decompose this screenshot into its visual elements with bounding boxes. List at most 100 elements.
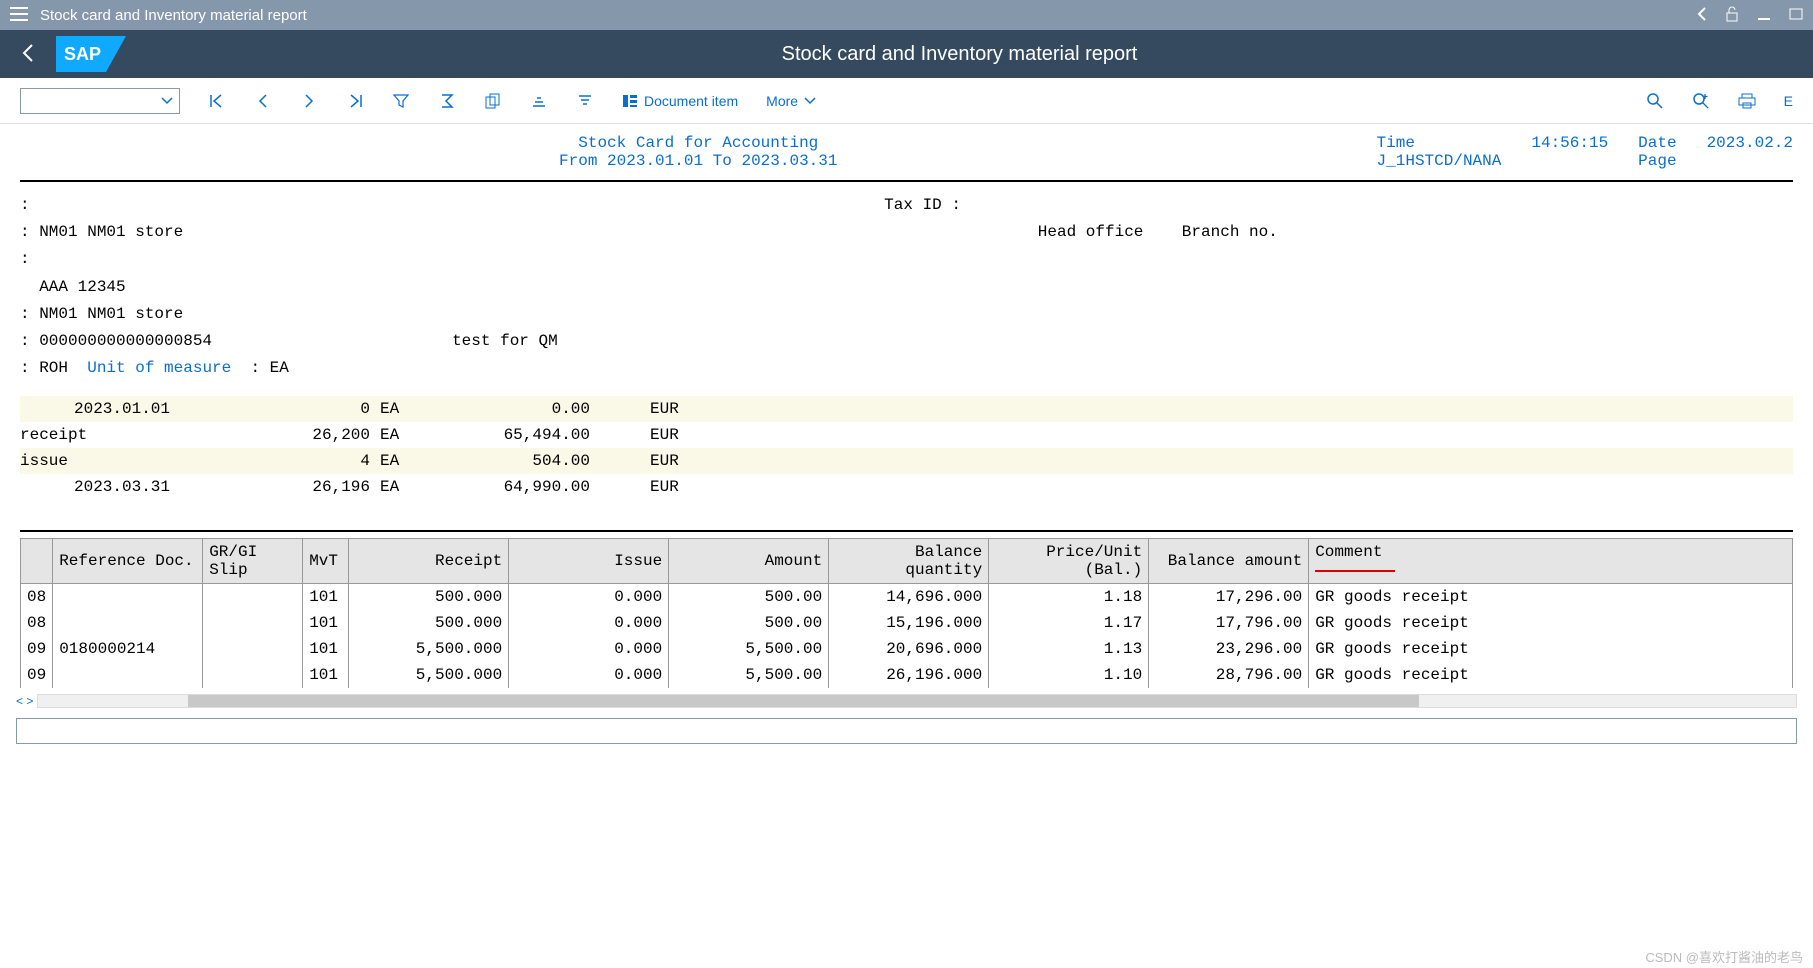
filter-icon[interactable] <box>392 92 410 110</box>
summary-row: 2023.01.01 0 EA 0.00 EUR <box>20 396 1793 422</box>
prev-page-icon[interactable] <box>254 92 272 110</box>
cell-seq: 08 <box>21 610 53 636</box>
col-grgi[interactable]: GR/GI Slip <box>203 539 303 584</box>
cell-price: 1.17 <box>989 610 1149 636</box>
col-issue[interactable]: Issue <box>509 539 669 584</box>
cell-mvt: 101 <box>303 584 349 611</box>
cell-amount: 500.00 <box>669 584 829 611</box>
sap-logo: SAP <box>56 36 126 72</box>
cell-amount: 5,500.00 <box>669 636 829 662</box>
table-row[interactable]: 0901800002141015,500.0000.0005,500.0020,… <box>21 636 1793 662</box>
movements-table: Reference Doc. GR/GI Slip MvT Receipt Is… <box>20 538 1793 688</box>
col-blank[interactable] <box>21 539 53 584</box>
print-icon[interactable] <box>1738 92 1756 110</box>
prev-icon[interactable] <box>1697 7 1707 24</box>
toolbar: Document item More E <box>0 78 1813 124</box>
uom-label: Unit of measure <box>87 359 231 377</box>
command-input[interactable] <box>16 718 1797 744</box>
report-title: Stock Card for Accounting <box>20 134 1377 152</box>
scroll-thumb[interactable] <box>188 695 1418 707</box>
table-wrap: Reference Doc. GR/GI Slip MvT Receipt Is… <box>20 530 1793 688</box>
scroll-arrows[interactable]: < > <box>16 694 33 708</box>
report-range: From 2023.01.01 To 2023.03.31 <box>20 152 1377 170</box>
col-balamt[interactable]: Balance amount <box>1149 539 1309 584</box>
horizontal-scrollbar[interactable]: < > <box>16 692 1797 710</box>
col-amount[interactable]: Amount <box>669 539 829 584</box>
cell-balqty: 15,196.000 <box>829 610 989 636</box>
summary-block: 2023.01.01 0 EA 0.00 EUR receipt 26,200 … <box>20 396 1793 500</box>
more-label: More <box>766 93 798 109</box>
copy-icon[interactable] <box>484 92 502 110</box>
cell-receipt: 500.000 <box>349 610 509 636</box>
svg-text:SAP: SAP <box>64 44 101 64</box>
search-icon[interactable] <box>1646 92 1664 110</box>
cell-balamt: 17,296.00 <box>1149 584 1309 611</box>
maximize-icon[interactable] <box>1789 7 1803 24</box>
cell-issue: 0.000 <box>509 662 669 688</box>
search-plus-icon[interactable] <box>1692 92 1710 110</box>
report-header: Stock Card for Accounting From 2023.01.0… <box>20 134 1793 170</box>
summary-amt: 504.00 <box>420 452 590 470</box>
cell-balqty: 20,696.000 <box>829 636 989 662</box>
scroll-track[interactable] <box>37 694 1797 708</box>
cell-refdoc: 0180000214 <box>53 636 203 662</box>
app-header: SAP Stock card and Inventory material re… <box>0 30 1813 78</box>
cell-price: 1.10 <box>989 662 1149 688</box>
col-refdoc[interactable]: Reference Doc. <box>53 539 203 584</box>
table-row[interactable]: 08101500.0000.000500.0014,696.0001.1817,… <box>21 584 1793 611</box>
summary-cur: EUR <box>650 478 1793 496</box>
cell-comment: GR goods receipt <box>1309 584 1793 611</box>
cell-amount: 500.00 <box>669 610 829 636</box>
report-area: Stock Card for Accounting From 2023.01.0… <box>0 124 1813 688</box>
cell-amount: 5,500.00 <box>669 662 829 688</box>
more-button[interactable]: More <box>766 93 816 109</box>
cell-mvt: 101 <box>303 636 349 662</box>
summary-uom: EA <box>370 400 420 418</box>
cell-issue: 0.000 <box>509 636 669 662</box>
col-comment[interactable]: Comment <box>1309 539 1793 584</box>
menu-icon[interactable] <box>10 7 28 24</box>
summary-qty: 26,200 <box>170 426 370 444</box>
info-block: : Tax ID : : NM01 NM01 store <box>20 192 1793 382</box>
last-page-icon[interactable] <box>346 92 364 110</box>
sum-icon[interactable] <box>438 92 456 110</box>
titlebar-right <box>1697 6 1803 25</box>
summary-amt: 64,990.00 <box>420 478 590 496</box>
sort-desc-icon[interactable] <box>576 92 594 110</box>
col-balqty[interactable]: Balance quantity <box>829 539 989 584</box>
layout-dropdown[interactable] <box>20 88 180 114</box>
cell-grgi <box>203 636 303 662</box>
command-input-row <box>16 718 1797 744</box>
cell-grgi <box>203 584 303 611</box>
cell-comment: GR goods receipt <box>1309 662 1793 688</box>
cell-refdoc <box>53 662 203 688</box>
table-row[interactable]: 08101500.0000.000500.0015,196.0001.1717,… <box>21 610 1793 636</box>
next-page-icon[interactable] <box>300 92 318 110</box>
document-item-button[interactable]: Document item <box>622 93 738 109</box>
summary-row: 2023.03.31 26,196 EA 64,990.00 EUR <box>20 474 1793 500</box>
col-receipt[interactable]: Receipt <box>349 539 509 584</box>
col-comment-label: Comment <box>1315 543 1382 561</box>
export-button[interactable]: E <box>1784 93 1793 109</box>
cell-refdoc <box>53 584 203 611</box>
sort-asc-icon[interactable] <box>530 92 548 110</box>
summary-uom: EA <box>370 452 420 470</box>
summary-cur: EUR <box>650 426 1793 444</box>
minimize-icon[interactable] <box>1757 7 1771 24</box>
summary-date: 2023.01.01 <box>20 400 170 418</box>
col-price[interactable]: Price/Unit (Bal.) <box>989 539 1149 584</box>
cell-balamt: 17,796.00 <box>1149 610 1309 636</box>
back-button[interactable] <box>20 43 36 66</box>
lock-icon[interactable] <box>1725 6 1739 25</box>
summary-uom: EA <box>370 478 420 496</box>
first-page-icon[interactable] <box>208 92 226 110</box>
table-row[interactable]: 091015,500.0000.0005,500.0026,196.0001.1… <box>21 662 1793 688</box>
cell-seq: 08 <box>21 584 53 611</box>
cell-balamt: 28,796.00 <box>1149 662 1309 688</box>
cell-receipt: 5,500.000 <box>349 636 509 662</box>
cell-price: 1.13 <box>989 636 1149 662</box>
summary-row: issue 4 EA 504.00 EUR <box>20 448 1793 474</box>
summary-cur: EUR <box>650 452 1793 470</box>
summary-qty: 0 <box>170 400 370 418</box>
col-mvt[interactable]: MvT <box>303 539 349 584</box>
